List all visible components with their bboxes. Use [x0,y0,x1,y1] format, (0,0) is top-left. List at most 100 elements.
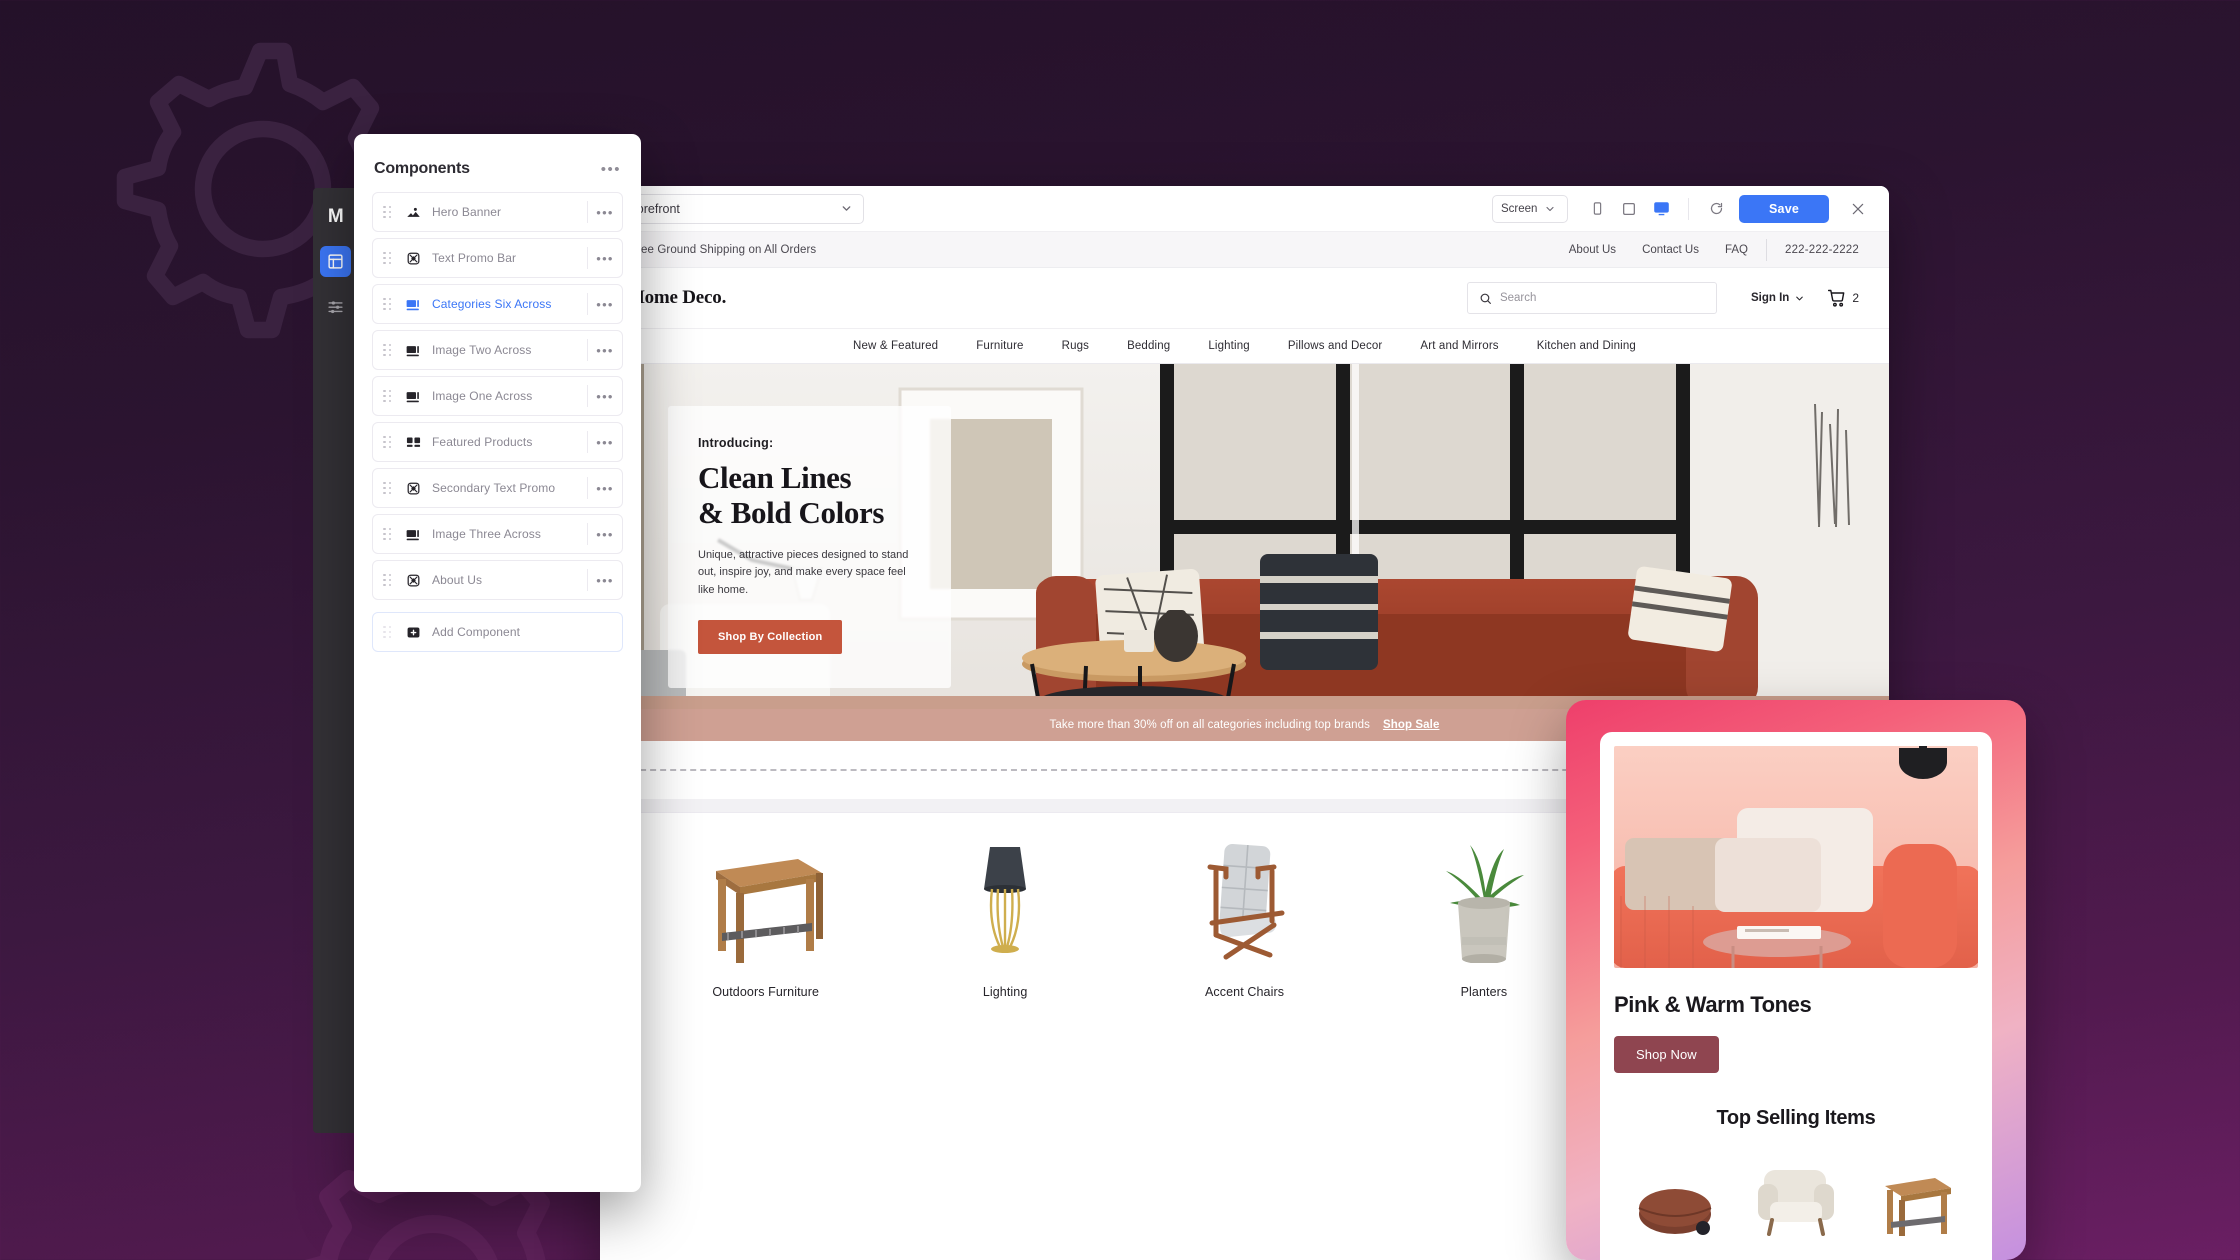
utility-link-faq[interactable]: FAQ [1725,244,1748,256]
nav-item-art-mirrors[interactable]: Art and Mirrors [1420,340,1498,352]
nav-item-new-featured[interactable]: New & Featured [853,340,938,352]
component-item-secondary-text-promo[interactable]: Secondary Text Promo ••• [372,468,623,508]
component-item-text-promo-bar[interactable]: Text Promo Bar ••• [372,238,623,278]
hero-cta-button[interactable]: Shop By Collection [698,620,843,655]
component-item-image-two-across[interactable]: Image Two Across ••• [372,330,623,370]
category-label: Planters [1460,985,1508,999]
nav-item-furniture[interactable]: Furniture [976,340,1023,352]
image-text-icon [403,340,423,360]
component-label: Image Three Across [432,527,541,541]
hero-kicker: Introducing: [698,436,774,450]
tablet-icon [1623,202,1635,215]
cart-button[interactable]: 2 [1827,288,1859,308]
component-more-button[interactable]: ••• [588,482,622,495]
drag-handle-icon[interactable] [383,297,395,311]
search-icon [1480,293,1491,304]
mobile-product-item[interactable] [1861,1146,1972,1236]
rail-item-settings[interactable] [320,291,351,322]
product-pouf-icon [1638,1189,1712,1235]
drag-handle-icon[interactable] [383,205,395,219]
image-text-icon [403,294,423,314]
component-more-button[interactable]: ••• [588,528,622,541]
image-text-icon [406,529,419,540]
drag-handle-icon[interactable] [383,573,395,587]
image-text-icon [406,391,419,402]
toolbar-divider [1688,197,1689,220]
nav-item-rugs[interactable]: Rugs [1062,340,1089,352]
search-input[interactable]: Search [1466,282,1717,314]
category-card[interactable]: Accent Chairs [1125,841,1364,999]
device-tablet-button[interactable] [1616,196,1642,222]
drag-handle-icon[interactable] [383,389,395,403]
component-label: Image One Across [432,389,533,403]
promo-link-shop-sale[interactable]: Shop Sale [1383,719,1440,731]
category-image [960,841,1050,963]
mobile-products-row [1614,1146,1978,1236]
editor-left-rail: M [313,188,358,1133]
category-card[interactable]: Lighting [885,841,1124,999]
component-item-image-one-across[interactable]: Image One Across ••• [372,376,623,416]
drag-handle-icon[interactable] [383,343,395,357]
text-promo-icon [403,248,423,268]
hero-banner: Introducing: Clean Lines & Bold Colors U… [600,364,1889,709]
shipping-message: Free Ground Shipping on All Orders [630,243,817,256]
device-toggle-group [1584,196,1674,222]
sign-in-button[interactable]: Sign In [1751,292,1805,304]
component-item-about-us[interactable]: About Us ••• [372,560,623,600]
screen-select[interactable]: Screen [1492,194,1568,223]
image-text-icon [406,345,419,356]
close-icon [1852,203,1864,214]
device-desktop-button[interactable] [1648,196,1674,222]
editor-toolbar: Storefront Screen Save [600,186,1889,232]
drag-handle-icon[interactable] [383,435,395,449]
components-panel: Components ••• Hero Banner ••• Text Prom… [354,134,641,1192]
mobile-shop-now-button[interactable]: Shop Now [1614,1036,1719,1073]
component-more-button[interactable]: ••• [588,436,622,449]
components-panel-menu-button[interactable]: ••• [601,162,621,177]
device-mobile-button[interactable] [1584,196,1610,222]
rail-item-layout[interactable] [320,246,351,277]
component-item-hero-banner[interactable]: Hero Banner ••• [372,192,623,232]
component-label: Text Promo Bar [432,251,517,265]
folding-chair-icon [1207,844,1285,960]
component-more-button[interactable]: ••• [588,574,622,587]
image-banner-icon [406,207,420,217]
utility-link-contact[interactable]: Contact Us [1642,244,1699,256]
component-more-button[interactable]: ••• [588,206,622,219]
site-select[interactable]: Storefront [614,193,864,224]
drag-handle-icon[interactable] [383,481,395,495]
hero-title-line2: & Bold Colors [698,495,884,531]
component-item-featured-products[interactable]: Featured Products ••• [372,422,623,462]
product-armchair-icon [1758,1170,1834,1236]
nav-item-bedding[interactable]: Bedding [1127,340,1170,352]
brand-bar: Home Deco. Search Sign In 2 [600,268,1889,328]
component-more-button[interactable]: ••• [588,344,622,357]
component-more-button[interactable]: ••• [588,298,622,311]
nav-item-pillows-decor[interactable]: Pillows and Decor [1288,340,1383,352]
component-more-button[interactable]: ••• [588,252,622,265]
component-item-categories-six-across[interactable]: Categories Six Across ••• [372,284,623,324]
components-list: Hero Banner ••• Text Promo Bar ••• Categ… [372,192,623,652]
screen-select-value: Screen [1501,202,1538,215]
store-logo[interactable]: Home Deco. [630,287,726,309]
utility-link-about[interactable]: About Us [1569,244,1616,256]
add-component-button[interactable]: Add Component [372,612,623,652]
component-item-image-three-across[interactable]: Image Three Across ••• [372,514,623,554]
component-more-button[interactable]: ••• [588,390,622,403]
mobile-hero-title: Pink & Warm Tones [1614,992,1812,1017]
drag-handle-icon [383,625,395,639]
mobile-product-item[interactable] [1741,1146,1852,1236]
promo-text: Take more than 30% off on all categories… [1049,719,1370,731]
image-text-icon [403,524,423,544]
drag-handle-icon[interactable] [383,251,395,265]
image-text-icon [406,299,419,310]
category-card[interactable]: Outdoors Furniture [646,841,885,999]
nav-item-lighting[interactable]: Lighting [1208,340,1249,352]
nav-item-kitchen-dining[interactable]: Kitchen and Dining [1537,340,1636,352]
mobile-product-item[interactable] [1620,1146,1731,1236]
save-button[interactable]: Save [1739,194,1829,223]
close-editor-button[interactable] [1845,196,1871,222]
components-panel-header: Components ••• [372,134,623,192]
drag-handle-icon[interactable] [383,527,395,541]
refresh-button[interactable] [1703,196,1729,222]
